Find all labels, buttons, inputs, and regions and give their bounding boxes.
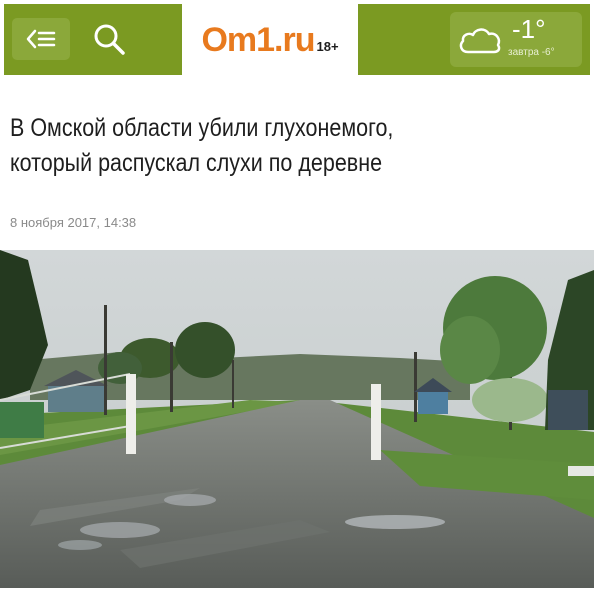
age-rating-badge: 18+	[316, 39, 339, 54]
search-button[interactable]	[84, 18, 134, 60]
menu-back-icon	[26, 29, 56, 49]
cloud-icon	[459, 28, 501, 54]
search-icon	[94, 24, 125, 55]
weather-tomorrow: завтра -6°	[508, 47, 555, 58]
article-title-line-2: который распускал слухи по деревне	[10, 149, 383, 177]
menu-button[interactable]	[12, 18, 70, 60]
article-title-line-1: В Омской области убили глухонемого,	[10, 114, 394, 142]
weather-widget[interactable]: -1° завтра -6°	[450, 12, 582, 67]
site-header: Om1.ru 18+ -1° завтра -6°	[4, 4, 590, 75]
article-title: В Омской области убили глухонемого, котор…	[10, 111, 492, 181]
site-logo[interactable]: Om1.ru 18+	[182, 4, 358, 75]
article-photo	[0, 250, 594, 588]
weather-temperature: -1°	[512, 14, 546, 44]
article-date: 8 ноября 2017, 14:38	[10, 215, 137, 230]
logo-text: Om1.ru	[201, 20, 315, 59]
